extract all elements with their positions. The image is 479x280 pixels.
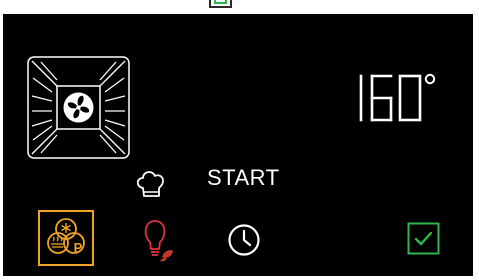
confirm-button[interactable]	[407, 222, 440, 255]
chef-hat-icon[interactable]	[133, 166, 168, 201]
mode-badge: P	[73, 240, 83, 255]
temperature-display[interactable]: 160 °	[355, 68, 450, 128]
clock-icon	[228, 224, 260, 256]
timer-button[interactable]	[227, 223, 261, 257]
lightbulb-icon	[144, 220, 173, 262]
oven-control-panel: 160 ° START	[3, 14, 473, 276]
top-tab-checkbox-icon	[214, 0, 227, 4]
light-button[interactable]	[138, 216, 178, 266]
temperature-value: 160	[355, 128, 356, 129]
temperature-unit: °	[355, 128, 356, 129]
multi-function-mode-icon	[47, 218, 85, 254]
start-button[interactable]: START	[207, 164, 280, 192]
oven-fan-icon[interactable]	[27, 56, 130, 159]
checkbox-icon	[407, 222, 440, 255]
top-tab-indicator	[209, 0, 232, 8]
mode-button[interactable]: P	[38, 210, 94, 266]
